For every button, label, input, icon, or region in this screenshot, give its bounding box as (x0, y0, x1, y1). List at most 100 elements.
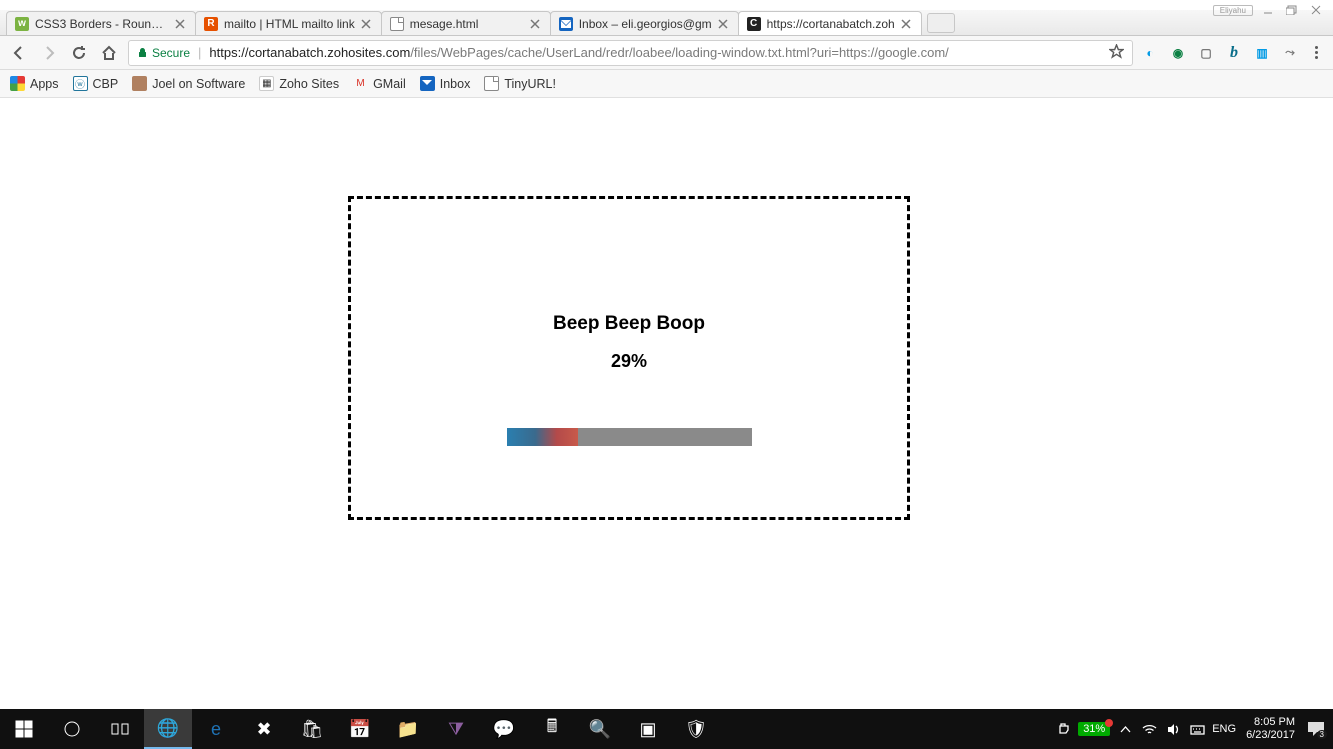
taskbar-file-explorer[interactable]: 📁 (384, 709, 432, 749)
file-icon (390, 17, 404, 31)
tab-close-button[interactable] (718, 18, 730, 30)
tab-mesage-html[interactable]: mesage.html (381, 11, 551, 35)
tab-mailto[interactable]: R mailto | HTML mailto link (195, 11, 382, 35)
taskbar-terminal[interactable]: ▣ (624, 709, 672, 749)
bing-icon[interactable]: b (1225, 44, 1243, 62)
extension-icon[interactable]: ◐ (1141, 44, 1159, 62)
tab-label: CSS3 Borders - Rounded (35, 17, 169, 31)
bookmark-zoho[interactable]: ▦ Zoho Sites (259, 76, 339, 91)
window-maximize-button[interactable] (1283, 4, 1301, 16)
taskbar-store[interactable]: 🛍 (288, 709, 336, 749)
tab-close-button[interactable] (901, 18, 913, 30)
bookmark-label: Inbox (440, 77, 471, 91)
bookmark-joel[interactable]: Joel on Software (132, 76, 245, 91)
notification-count: 3 (1317, 730, 1327, 739)
taskbar-visual-studio[interactable]: ⧩ (432, 709, 480, 749)
battery-alert-icon (1105, 719, 1113, 727)
language-indicator[interactable]: ENG (1212, 723, 1236, 735)
power-icon[interactable] (1054, 720, 1072, 738)
address-bar: Secure | https://cortanabatch.zohosites.… (0, 36, 1333, 70)
bookmark-label: GMail (373, 77, 406, 91)
url-field[interactable]: Secure | https://cortanabatch.zohosites.… (128, 40, 1133, 66)
reload-button[interactable] (68, 42, 90, 64)
new-tab-button[interactable] (927, 13, 955, 33)
bookmark-label: Apps (30, 77, 59, 91)
keyboard-icon[interactable] (1188, 720, 1206, 738)
extension-icon[interactable]: ⤳ (1281, 44, 1299, 62)
bookmark-star-button[interactable] (1109, 44, 1124, 62)
loading-box: Beep Beep Boop 29% (348, 196, 910, 520)
progress-bar-fill (507, 428, 578, 446)
clock-date: 6/23/2017 (1246, 729, 1295, 742)
tray-expand-button[interactable] (1116, 720, 1134, 738)
taskbar-chrome[interactable]: 🌐 (144, 709, 192, 749)
site-icon: C (747, 17, 761, 31)
bookmark-tinyurl[interactable]: TinyURL! (484, 76, 556, 91)
tab-inbox[interactable]: Inbox – eli.georgios@gm (550, 11, 739, 35)
taskbar: 🌐 e ✖ 🛍 📅 📁 ⧩ 💬 🖩 🔍 ▣ 🛡 31% ENG 8:05 PM … (0, 709, 1333, 749)
rapidtables-icon: R (204, 17, 218, 31)
bookmarks-bar: Apps ⓦ CBP Joel on Software ▦ Zoho Sites M… (0, 70, 1333, 98)
clock-time: 8:05 PM (1246, 716, 1295, 729)
tab-label: Inbox – eli.georgios@gm (579, 17, 712, 31)
loading-percent: 29% (351, 351, 907, 372)
forward-button[interactable] (38, 42, 60, 64)
bookmark-gmail[interactable]: M GMail (353, 76, 406, 91)
w3schools-icon: w (15, 17, 29, 31)
tab-close-button[interactable] (175, 18, 187, 30)
task-view-button[interactable] (96, 709, 144, 749)
tab-close-button[interactable] (361, 18, 373, 30)
chrome-menu-button[interactable] (1307, 46, 1325, 59)
home-button[interactable] (98, 42, 120, 64)
taskbar-calculator[interactable]: 🖩 (528, 709, 576, 749)
extension-icon[interactable]: ◉ (1169, 44, 1187, 62)
volume-icon[interactable] (1164, 720, 1182, 738)
taskbar-edge[interactable]: e (192, 709, 240, 749)
taskbar-app[interactable]: 🔍 (576, 709, 624, 749)
zoho-icon: ▦ (259, 76, 274, 91)
tab-css3-borders[interactable]: w CSS3 Borders - Rounded (6, 11, 196, 35)
tab-label: https://cortanabatch.zoh (767, 17, 895, 31)
tab-cortanabatch[interactable]: C https://cortanabatch.zoh (738, 11, 922, 35)
taskbar-app[interactable]: ✖ (240, 709, 288, 749)
gmail-icon: M (353, 76, 368, 91)
file-icon (484, 76, 499, 91)
window-close-button[interactable] (1307, 4, 1325, 16)
bookmark-inbox[interactable]: Inbox (420, 76, 471, 91)
wifi-icon[interactable] (1140, 720, 1158, 738)
secure-label: Secure (152, 46, 190, 60)
extension-icon[interactable]: ▥ (1253, 44, 1271, 62)
window-titlebar: Eliyahu (0, 0, 1333, 10)
cortana-button[interactable] (48, 709, 96, 749)
taskbar-hangouts[interactable]: 💬 (480, 709, 528, 749)
tab-strip: w CSS3 Borders - Rounded R mailto | HTML… (0, 10, 1333, 36)
url-text: https://cortanabatch.zohosites.com/files… (209, 45, 1101, 60)
bookmark-label: Zoho Sites (279, 77, 339, 91)
lock-icon: Secure (137, 46, 190, 60)
window-minimize-button[interactable] (1259, 4, 1277, 16)
action-center-button[interactable]: 3 (1305, 718, 1327, 740)
progress-bar (507, 428, 752, 446)
bookmark-cbp[interactable]: ⓦ CBP (73, 76, 119, 91)
tab-label: mailto | HTML mailto link (224, 17, 355, 31)
wordpress-icon: ⓦ (73, 76, 88, 91)
bookmark-label: CBP (93, 77, 119, 91)
taskbar-defender[interactable]: 🛡 (672, 709, 720, 749)
tab-close-button[interactable] (530, 18, 542, 30)
start-button[interactable] (0, 709, 48, 749)
apps-icon (10, 76, 25, 91)
back-button[interactable] (8, 42, 30, 64)
joel-icon (132, 76, 147, 91)
inbox-icon (559, 17, 573, 31)
battery-indicator[interactable]: 31% (1078, 722, 1110, 736)
battery-percent: 31% (1083, 723, 1105, 735)
bookmark-label: TinyURL! (504, 77, 556, 91)
tab-label: mesage.html (410, 17, 524, 31)
clock[interactable]: 8:05 PM 6/23/2017 (1242, 716, 1299, 741)
page-content: Beep Beep Boop 29% (0, 98, 1333, 709)
taskbar-calendar[interactable]: 📅 (336, 709, 384, 749)
bookmark-apps[interactable]: Apps (10, 76, 59, 91)
extension-icon[interactable]: ▢ (1197, 44, 1215, 62)
extension-icons: ◐ ◉ ▢ b ▥ ⤳ (1141, 44, 1299, 62)
loading-title: Beep Beep Boop (351, 313, 907, 335)
